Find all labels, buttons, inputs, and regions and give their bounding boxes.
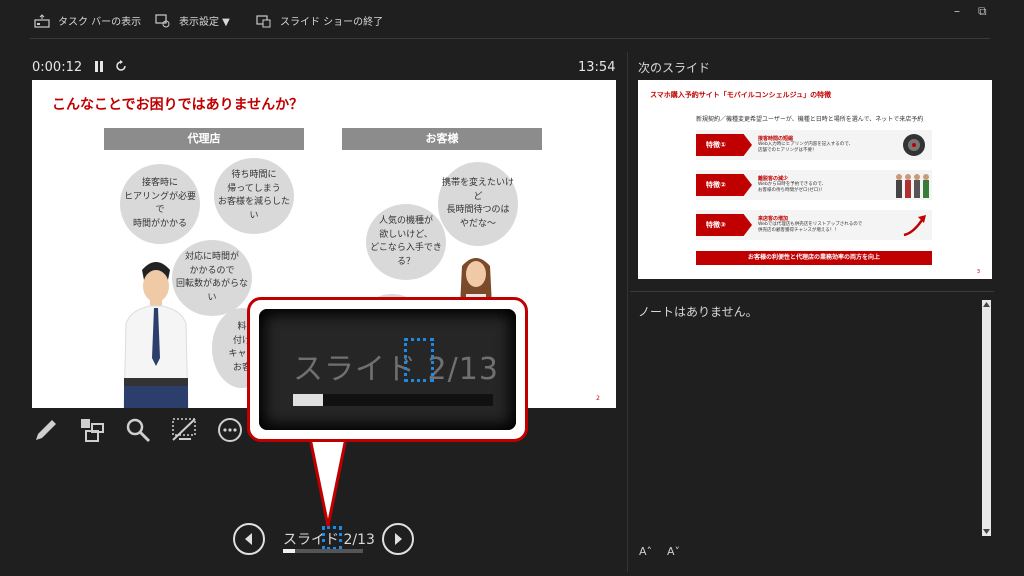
next-slide-preview[interactable]: スマホ購入予約サイト「モバイルコンシェルジュ」の特徴 新規契約／機種変更希望ユー…: [638, 80, 992, 279]
elapsed-timer: 0:00:12: [32, 60, 83, 75]
more-options-icon[interactable]: [216, 416, 244, 444]
end-slideshow-button[interactable]: スライド ショーの終了: [256, 13, 383, 28]
zoomed-slide-counter: スライド 2/13: [293, 344, 499, 388]
customer-header: お客様: [342, 128, 542, 150]
top-toolbar: タスク バーの表示 表示設定 ▼ スライド ショーの終了 – ⧉: [0, 0, 1024, 40]
speech-bubble: 携帯を変えたいけど 長時間待つのは やだな～: [438, 162, 518, 246]
feature-tag: 特徴③: [696, 214, 752, 236]
zoomed-counter-total: /13: [447, 352, 499, 387]
feature-row: 特徴③ 来店客の増加 Webでは代理店も併売店をリストアップされるので 併売店の…: [696, 210, 932, 240]
speech-bubble: 待ち時間に 帰ってしまう お客様を減らしたい: [214, 158, 294, 234]
speaker-notes[interactable]: ノートはありません。: [638, 303, 758, 320]
feature-tag: 特徴①: [696, 134, 752, 156]
clock: 13:54: [578, 60, 616, 75]
feature-row: 特徴② 離脱客の減少 Webから日時を予約できるので、 お客様の待ち時間がゼロ(…: [696, 170, 932, 200]
slide-counter-total: /13: [352, 532, 375, 548]
feature-heading: 接客時間の短縮: [758, 136, 794, 142]
next-slide-subtitle: 新規契約／機種変更希望ユーザーが、機種と日時と場所を選んで、ネットで来店予約: [696, 116, 924, 123]
notes-scrollbar[interactable]: [982, 300, 991, 536]
chevron-right-icon: [395, 533, 402, 545]
toolbar-divider: [30, 38, 990, 39]
selection-marker: [322, 526, 342, 550]
show-taskbar-button[interactable]: タスク バーの表示: [34, 13, 141, 28]
show-taskbar-label: タスク バーの表示: [58, 17, 142, 28]
restore-button[interactable]: ⧉: [978, 4, 987, 19]
taskbar-icon: [34, 13, 50, 28]
slide-title: こんなことでお困りではありませんか？: [52, 97, 304, 113]
scroll-up-icon[interactable]: [983, 302, 990, 307]
zoom-icon[interactable]: [124, 416, 152, 444]
reset-timer-icon[interactable]: [115, 60, 127, 72]
pause-icon[interactable]: [94, 61, 104, 72]
speech-bubble: 人気の機種が 欲しいけど、 どこなら入手できる？: [366, 204, 446, 280]
slide-progress-fill: [283, 549, 295, 553]
next-slide-page-number: 3: [976, 269, 980, 275]
feature-tag: 特徴②: [696, 174, 752, 196]
black-screen-icon[interactable]: [170, 416, 198, 444]
zoomed-selection-marker: [404, 338, 434, 382]
feature-description: Webでは代理店も併売店をリストアップされるので 併売店の顧客獲得チャンスが増え…: [758, 222, 863, 234]
growth-arrow-image: [903, 215, 926, 237]
slide-page-number: 2: [596, 395, 600, 402]
feature-description: Web入力時にヒアリング内容を記入するので、 店舗でのヒアリングは不要！: [758, 142, 854, 154]
pen-icon[interactable]: [32, 416, 60, 444]
people-image: [896, 174, 929, 198]
display-settings-icon: [155, 13, 170, 27]
agency-header: 代理店: [104, 128, 304, 150]
next-slide-footer: お客様の利便性と代理店の業務効率の両方を向上: [696, 251, 932, 265]
zoom-callout-content: スライド 2/13: [259, 309, 516, 430]
feature-description: Webから日時を予約できるので、 お客様の待ち時間がゼロ(ゼロ)！: [758, 182, 827, 194]
zoomed-progress-fill: [293, 394, 323, 406]
next-slide-label: 次のスライド: [638, 61, 711, 75]
businessman-figure: [123, 262, 189, 408]
pane-divider[interactable]: [627, 52, 628, 572]
speech-bubble: 接客時に ヒアリングが必要で 時間がかかる: [120, 164, 200, 244]
next-slide-button[interactable]: [382, 523, 414, 555]
increase-font-button[interactable]: A˄: [639, 545, 652, 558]
slide-progress-bar: [283, 549, 363, 553]
chevron-left-icon: [245, 533, 252, 545]
see-all-slides-icon[interactable]: [78, 416, 106, 444]
feature-row: 特徴① 接客時間の短縮 Web入力時にヒアリング内容を記入するので、 店舗でのヒ…: [696, 130, 932, 160]
next-slide-title: スマホ購入予約サイト「モバイルコンシェルジュ」の特徴: [650, 91, 832, 99]
scroll-down-icon[interactable]: [983, 529, 990, 534]
display-settings-button[interactable]: 表示設定 ▼: [155, 13, 230, 28]
timer-image: [903, 134, 925, 156]
zoomed-progress-bar: [293, 394, 493, 406]
display-settings-label: 表示設定 ▼: [179, 17, 230, 28]
notes-divider[interactable]: [630, 291, 994, 292]
zoom-callout: スライド 2/13: [247, 297, 528, 442]
end-slideshow-label: スライド ショーの終了: [280, 17, 384, 28]
end-slideshow-icon: [256, 14, 271, 27]
feature-heading: 来店客の増加: [758, 216, 789, 222]
decrease-font-button[interactable]: A˅: [667, 545, 680, 558]
feature-heading: 離脱客の減少: [758, 176, 789, 182]
previous-slide-button[interactable]: [233, 523, 265, 555]
callout-tail: [308, 438, 348, 527]
minimize-button[interactable]: –: [954, 4, 960, 18]
